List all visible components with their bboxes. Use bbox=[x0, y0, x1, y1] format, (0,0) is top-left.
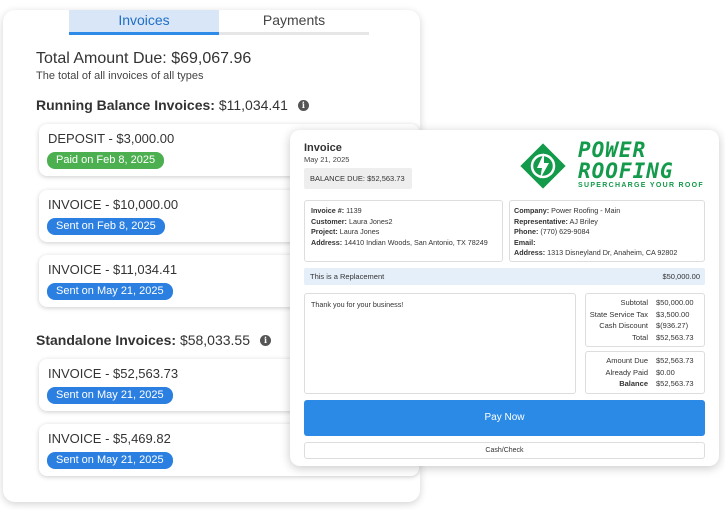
info-row: Company: Power Roofing - Main bbox=[514, 206, 700, 217]
info-key: Project: bbox=[311, 227, 338, 236]
totals-row: Subtotal $50,000.00 bbox=[588, 297, 702, 309]
standalone-label: Standalone Invoices: bbox=[36, 332, 177, 348]
total-amount-description: The total of all invoices of all types bbox=[36, 70, 204, 82]
status-badge: Sent on May 21, 2025 bbox=[47, 452, 173, 469]
totals-key: State Service Tax bbox=[589, 309, 648, 319]
totals-row: State Service Tax $3,500.00 bbox=[588, 309, 702, 321]
info-value: Power Roofing - Main bbox=[551, 206, 621, 215]
status-badge: Sent on Feb 8, 2025 bbox=[47, 218, 165, 235]
notes-text: Thank you for your business! bbox=[311, 300, 404, 309]
info-value: 14410 Indian Woods, San Antonio, TX 7824… bbox=[344, 237, 488, 247]
info-key: Phone: bbox=[514, 227, 539, 236]
info-value: 1313 Disneyland Dr, Anaheim, CA 92802 bbox=[547, 248, 678, 257]
standalone-value: $58,033.55 bbox=[179, 332, 251, 348]
info-value: Laura Jones bbox=[339, 227, 380, 236]
invoice-card-title: DEPOSIT - $3,000.00 bbox=[48, 131, 175, 146]
info-key: Email: bbox=[514, 237, 536, 247]
total-amount-label: Total Amount Due: bbox=[36, 50, 167, 67]
running-balance-header: Running Balance Invoices: $11,034.41 i bbox=[36, 97, 309, 113]
lightning-bolt-icon bbox=[520, 143, 566, 189]
line-item-label: This is a Replacement bbox=[310, 272, 385, 281]
logo-wordmark: POWER ROOFING bbox=[578, 140, 674, 182]
logo-tagline: SUPERCHARGE YOUR ROOF bbox=[578, 182, 704, 189]
totals-value: $50,000.00 bbox=[656, 298, 694, 307]
running-balance-value: $11,034.41 bbox=[218, 97, 288, 113]
info-value: Laura Jones2 bbox=[348, 216, 393, 226]
tab-bar: Invoices Payments bbox=[69, 10, 369, 35]
info-value: 1139 bbox=[346, 206, 362, 215]
info-row: Invoice #: 1139 bbox=[311, 206, 496, 217]
totals-key: Subtotal bbox=[620, 298, 648, 307]
tab-invoices[interactable]: Invoices bbox=[69, 10, 219, 35]
info-row: Email: bbox=[514, 238, 700, 249]
invoice-card-title: INVOICE - $10,000.00 bbox=[48, 197, 179, 212]
totals-value: $3,500.00 bbox=[656, 309, 690, 319]
info-value: AJ Briley bbox=[569, 216, 598, 226]
amount-value: $0.00 bbox=[656, 367, 675, 377]
totals-box: Subtotal $50,000.00 State Service Tax $3,5… bbox=[585, 293, 705, 347]
line-item-amount: $50,000.00 bbox=[662, 272, 700, 281]
totals-key: Cash Discount bbox=[599, 321, 648, 330]
invoice-title: Invoice bbox=[304, 142, 342, 154]
info-key: Customer: bbox=[311, 216, 347, 226]
info-row: Phone: (770) 629-9084 bbox=[514, 227, 700, 238]
totals-value: $(936.27) bbox=[656, 321, 689, 330]
info-key: Representative: bbox=[514, 216, 568, 226]
amount-row: Amount Due $52,563.73 bbox=[588, 355, 702, 367]
info-key: Address: bbox=[514, 248, 546, 257]
standalone-header: Standalone Invoices: $58,033.55 i bbox=[36, 332, 272, 348]
info-row: Address: 1313 Disneyland Dr, Anaheim, CA… bbox=[514, 248, 700, 259]
totals-row: Cash Discount $(936.27) bbox=[588, 320, 702, 332]
totals-key: Total bbox=[632, 332, 648, 342]
line-item-row: This is a Replacement $50,000.00 bbox=[304, 268, 705, 285]
info-key: Company: bbox=[514, 206, 550, 215]
amount-value: $52,563.73 bbox=[656, 379, 694, 388]
invoice-card-title: INVOICE - $52,563.73 bbox=[48, 366, 179, 381]
info-key: Invoice #: bbox=[311, 206, 345, 215]
amount-key: Balance bbox=[619, 379, 648, 388]
info-key: Address: bbox=[311, 237, 343, 247]
invoice-document: Invoice May 21, 2025 BALANCE DUE: $52,56… bbox=[290, 130, 719, 466]
amount-row: Balance $52,563.73 bbox=[588, 378, 702, 390]
info-row: Representative: AJ Briley bbox=[514, 217, 700, 228]
customer-info-box: Invoice #: 1139 Customer: Laura Jones2 P… bbox=[304, 200, 503, 262]
pay-now-button[interactable]: Pay Now bbox=[304, 400, 705, 436]
info-row: Address: 14410 Indian Woods, San Antonio… bbox=[311, 238, 496, 249]
amount-row: Already Paid $0.00 bbox=[588, 367, 702, 379]
total-amount-value: $69,067.96 bbox=[171, 50, 252, 67]
info-row: Project: Laura Jones bbox=[311, 227, 496, 238]
running-balance-label: Running Balance Invoices: bbox=[36, 97, 215, 113]
invoice-date: May 21, 2025 bbox=[304, 155, 350, 164]
tab-payments[interactable]: Payments bbox=[219, 10, 369, 35]
amount-value: $52,563.73 bbox=[656, 356, 694, 365]
totals-value: $52,563.73 bbox=[656, 332, 694, 342]
company-info-box: Company: Power Roofing - Main Representa… bbox=[509, 200, 705, 262]
info-value: (770) 629-9084 bbox=[540, 227, 590, 236]
company-logo: POWER ROOFING SUPERCHARGE YOUR ROOF bbox=[515, 138, 705, 194]
cash-check-button[interactable]: Cash/Check bbox=[304, 442, 705, 459]
invoice-notes: Thank you for your business! bbox=[304, 293, 576, 394]
totals-row: Total $52,563.73 bbox=[588, 332, 702, 344]
status-badge: Sent on May 21, 2025 bbox=[47, 387, 173, 404]
balance-due-badge: BALANCE DUE: $52,563.73 bbox=[304, 168, 412, 189]
amount-key: Already Paid bbox=[605, 367, 648, 377]
logo-line-2: ROOFING bbox=[578, 159, 674, 183]
status-badge: Paid on Feb 8, 2025 bbox=[47, 152, 165, 169]
amounts-box: Amount Due $52,563.73 Already Paid $0.00 B… bbox=[585, 351, 705, 394]
invoice-card-title: INVOICE - $11,034.41 bbox=[48, 262, 178, 277]
info-icon[interactable]: i bbox=[297, 99, 309, 111]
status-badge: Sent on May 21, 2025 bbox=[47, 283, 173, 300]
info-icon[interactable]: i bbox=[260, 334, 272, 346]
logo-line-1: POWER bbox=[578, 138, 647, 162]
amount-key: Amount Due bbox=[606, 356, 648, 365]
invoice-card-title: INVOICE - $5,469.82 bbox=[48, 431, 171, 446]
info-row: Customer: Laura Jones2 bbox=[311, 217, 496, 228]
total-amount-due: Total Amount Due: $69,067.96 bbox=[36, 50, 251, 68]
